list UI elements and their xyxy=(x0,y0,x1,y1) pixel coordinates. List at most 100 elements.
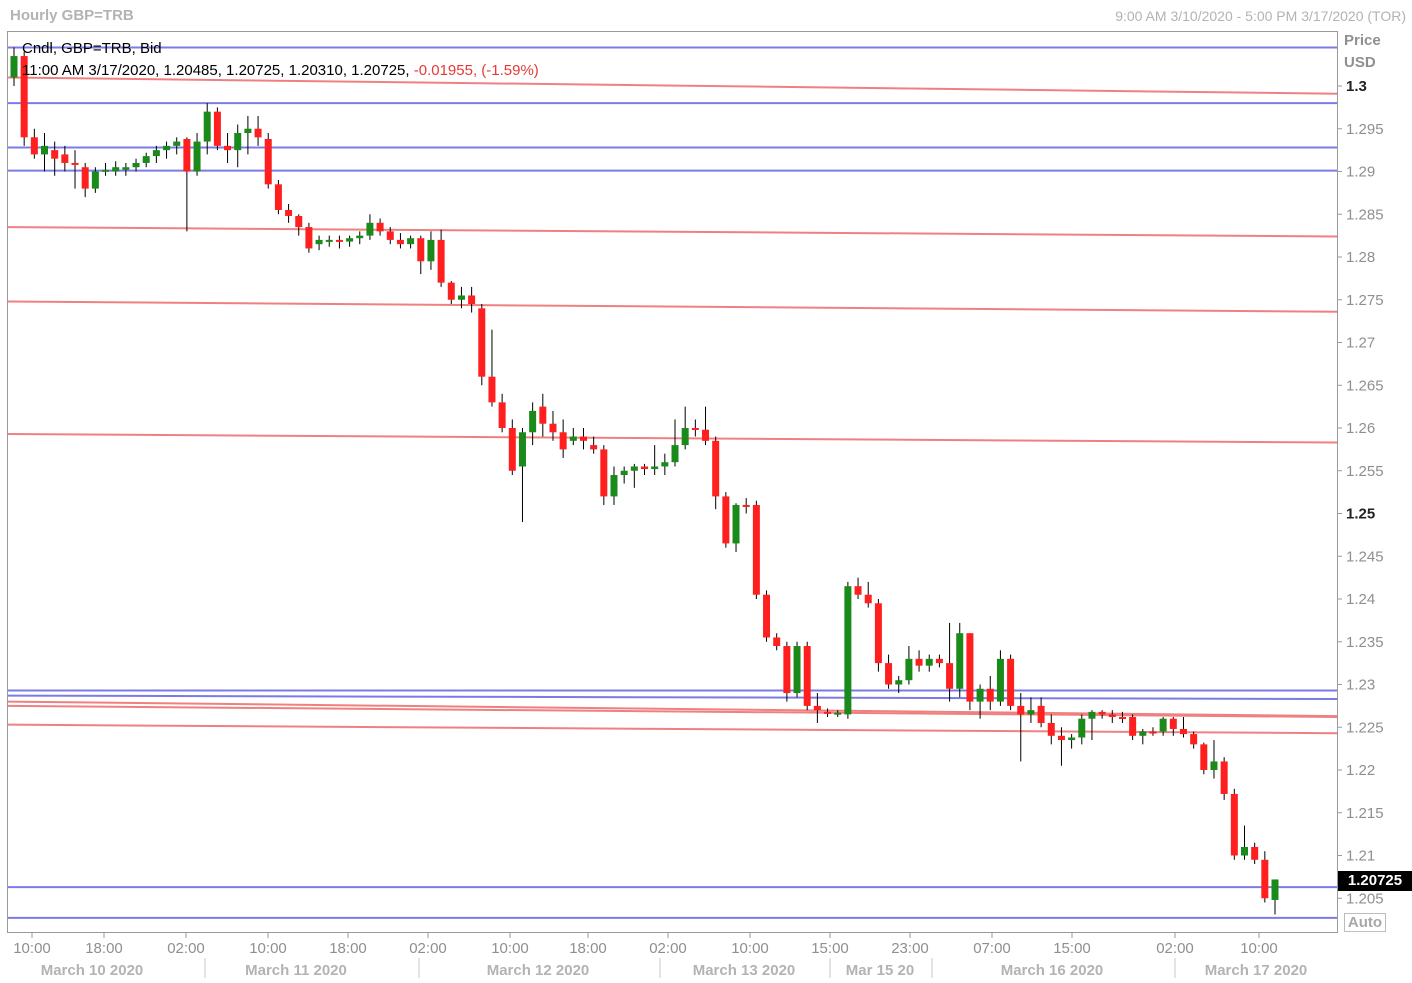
candle xyxy=(417,235,425,275)
price-tick-label: 1.22 xyxy=(1346,762,1375,779)
candle-body xyxy=(1139,731,1147,736)
candle-body xyxy=(274,184,282,210)
candle-body xyxy=(295,215,303,228)
candle-body xyxy=(895,680,903,685)
price-tick-label: 1.275 xyxy=(1346,292,1384,309)
time-tick-label: 02:00 xyxy=(1156,940,1194,957)
candle-body xyxy=(1088,711,1096,719)
time-tick-label: 18:00 xyxy=(85,940,123,957)
candle-body xyxy=(1118,716,1126,719)
price-tick-label: 1.285 xyxy=(1346,206,1384,223)
candle-body xyxy=(1047,722,1055,736)
last-price-marker: 1.20725 xyxy=(1338,871,1412,891)
candle xyxy=(112,161,120,176)
candle-body xyxy=(81,167,89,189)
candle-body xyxy=(1271,879,1279,900)
candlestick-chart[interactable]: 1.3 1.295 1.29 1.285 1.28 1.275 1.27 1.265 1.26 1… xyxy=(0,0,1412,983)
auto-scale-button[interactable]: Auto xyxy=(1344,913,1386,932)
candle-body xyxy=(905,658,913,681)
red-horizontal-line[interactable] xyxy=(7,723,1338,735)
candle xyxy=(752,500,760,599)
candle xyxy=(264,133,272,189)
candle-body xyxy=(783,646,791,694)
candle-body xyxy=(722,496,730,544)
candle-body xyxy=(61,154,69,163)
candle xyxy=(844,581,852,719)
candle xyxy=(315,235,323,251)
candle-body xyxy=(1057,735,1065,741)
candle-body xyxy=(579,436,587,441)
candle xyxy=(132,158,140,172)
candle-body xyxy=(1007,658,1015,706)
candle-body xyxy=(935,658,943,664)
red-horizontal-line[interactable] xyxy=(7,432,1338,444)
candle xyxy=(925,654,933,672)
red-horizontal-line[interactable] xyxy=(7,76,1338,95)
candle-body xyxy=(529,410,537,433)
candle xyxy=(661,453,669,476)
candle-body xyxy=(712,440,720,497)
price-tick-label: 1.23 xyxy=(1346,677,1375,694)
candle-body xyxy=(661,462,669,467)
red-horizontal-line[interactable] xyxy=(7,704,1338,718)
time-tick-label: 02:00 xyxy=(649,940,687,957)
candle-body xyxy=(742,504,750,507)
candle xyxy=(346,235,354,247)
candle xyxy=(1149,727,1157,736)
candle xyxy=(630,463,638,488)
candle xyxy=(559,419,567,458)
date-label: March 10 2020 xyxy=(41,962,144,979)
candle-body xyxy=(437,239,445,283)
candle-body xyxy=(468,295,476,305)
legend-ohlc-values: 11:00 AM 3/17/2020, 1.20485, 1.20725, 1.… xyxy=(22,62,410,79)
candle xyxy=(600,445,608,505)
candle-body xyxy=(885,663,893,685)
candle-body xyxy=(600,449,608,497)
candle-body xyxy=(285,209,293,216)
candle-body xyxy=(1098,711,1106,715)
candle xyxy=(610,466,618,505)
candle xyxy=(1240,825,1248,860)
candle-body xyxy=(854,586,862,595)
candle-body xyxy=(610,475,618,497)
price-tick-label: 1.295 xyxy=(1346,121,1384,138)
candle-body xyxy=(193,141,201,172)
candle xyxy=(1047,714,1055,745)
candle-body xyxy=(518,432,526,467)
time-tick-label: 10:00 xyxy=(249,940,287,957)
price-tick-label: 1.25 xyxy=(1346,506,1375,523)
red-horizontal-line[interactable] xyxy=(7,700,1338,718)
candle xyxy=(905,646,913,685)
candle-body xyxy=(254,128,262,138)
candle-body xyxy=(986,688,994,702)
candle xyxy=(651,445,659,476)
price-tick-label: 1.3 xyxy=(1346,78,1367,95)
candle xyxy=(1007,654,1015,711)
horizontal-lines-layer xyxy=(7,46,1338,919)
red-horizontal-line[interactable] xyxy=(7,226,1338,238)
candle-body xyxy=(1068,737,1076,741)
candle xyxy=(1027,697,1035,723)
price-tick-label: 1.205 xyxy=(1346,890,1384,907)
candle-body xyxy=(102,169,110,172)
candle xyxy=(1220,757,1228,800)
candle-body xyxy=(457,295,465,300)
candle-body xyxy=(213,111,221,146)
blue-horizontal-line[interactable] xyxy=(7,694,1338,701)
candle xyxy=(1261,851,1269,903)
candle xyxy=(763,590,771,642)
candle-body xyxy=(112,167,120,172)
candle xyxy=(885,654,893,689)
candle-body xyxy=(346,238,354,242)
candle-body xyxy=(1210,761,1218,770)
candle xyxy=(173,137,181,155)
candle-body xyxy=(356,235,364,239)
candle xyxy=(742,498,750,514)
candle xyxy=(498,393,506,433)
legend-change-value: -0.01955, (-1.59%) xyxy=(413,62,539,79)
candle xyxy=(193,133,201,176)
candle-body xyxy=(30,137,38,155)
candle-body xyxy=(1240,846,1248,856)
candle xyxy=(142,152,150,168)
red-horizontal-line[interactable] xyxy=(7,300,1338,313)
